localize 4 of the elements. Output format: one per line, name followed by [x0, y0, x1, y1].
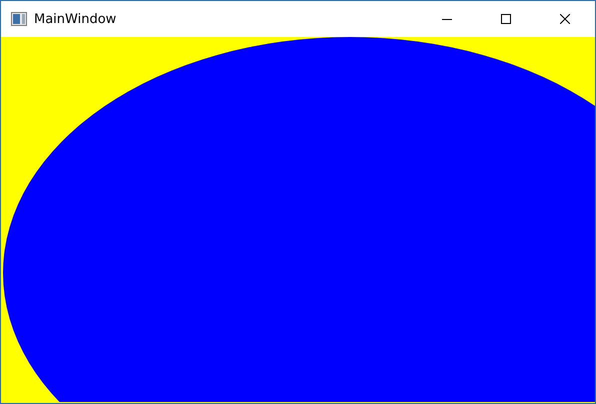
window-icon [11, 12, 27, 26]
window-title: MainWindow [34, 12, 118, 26]
maximize-icon [501, 14, 511, 24]
close-icon [560, 14, 570, 24]
